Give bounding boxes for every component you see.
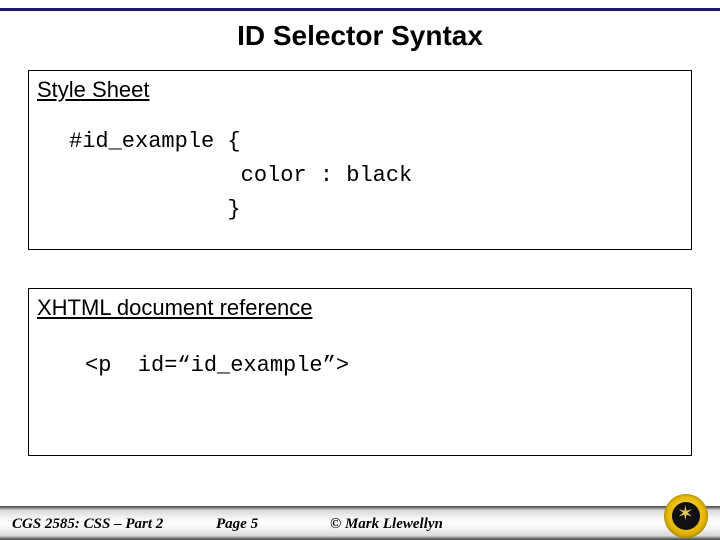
footer-course: CGS 2585: CSS – Part 2 <box>12 516 163 533</box>
footer-author: © Mark Llewellyn <box>330 516 443 533</box>
xhtml-reference-code: <p id=“id_example”> <box>85 349 691 383</box>
footer-page: Page 5 <box>216 516 258 533</box>
xhtml-reference-label: XHTML document reference <box>37 295 691 321</box>
top-rule <box>0 8 720 11</box>
style-sheet-box: Style Sheet #id_example { color : black … <box>28 70 692 250</box>
ucf-pegasus-logo: ✶ <box>664 494 708 538</box>
slide-title: ID Selector Syntax <box>0 20 720 52</box>
style-sheet-code: #id_example { color : black } <box>69 125 691 227</box>
xhtml-reference-box: XHTML document reference <p id=“id_examp… <box>28 288 692 456</box>
style-sheet-label: Style Sheet <box>37 77 691 103</box>
